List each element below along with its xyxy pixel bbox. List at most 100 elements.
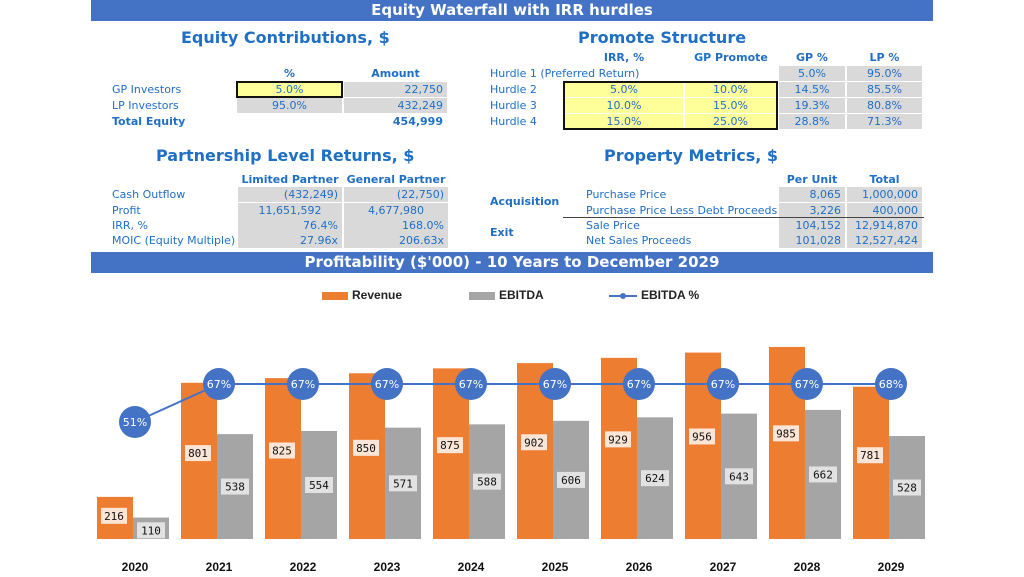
revenue-data-label: 801 xyxy=(188,447,208,460)
hurdle-lp-pct: 95.0% xyxy=(847,66,922,81)
total-equity-value: 454,999 xyxy=(392,115,443,128)
revenue-data-label: 781 xyxy=(860,449,880,462)
hurdle-label: Hurdle 2 xyxy=(490,83,537,96)
revenue-data-label: 875 xyxy=(440,439,460,452)
ebitda-data-label: 606 xyxy=(561,474,581,487)
revenue-data-label: 929 xyxy=(608,433,628,446)
ec-header-pct: % xyxy=(283,67,296,80)
pm-per-unit-cell: 3,226 xyxy=(779,203,845,218)
total-equity-label: Total Equity xyxy=(112,115,186,128)
promote-structure-title: Promote Structure xyxy=(578,28,747,47)
x-tick-label: 2020 xyxy=(122,560,149,574)
ebitda-data-label: 588 xyxy=(477,476,497,489)
ebitda-pct-label: 51% xyxy=(123,416,147,429)
x-tick-label: 2029 xyxy=(878,560,905,574)
ec-header-amount: Amount xyxy=(371,67,420,80)
chart-plot-area: 216 110 2020 801 538 2021 825 554 2022 850 571 2023… xyxy=(97,346,925,574)
pr-header-gp: General Partner xyxy=(346,173,446,186)
ebitda-pct-label: 67% xyxy=(207,378,231,391)
pm-group-exit: Exit xyxy=(490,226,514,239)
pm-per-unit-cell: 8,065 xyxy=(779,187,845,202)
pm-row-label: Purchase Price xyxy=(586,188,667,201)
hurdle-lp-pct: 85.5% xyxy=(847,82,922,97)
pr-lp-cell: 27.96x xyxy=(238,233,342,248)
ebitda-data-label: 643 xyxy=(729,470,749,483)
ec-row-label: LP Investors xyxy=(112,99,179,112)
pr-lp-cell: 76.4% xyxy=(238,218,342,233)
pm-per-unit-cell: 104,152 xyxy=(779,218,845,233)
pm-total-cell: 1,000,000 xyxy=(847,187,922,202)
ebitda-pct-label: 67% xyxy=(627,378,651,391)
ebitda-pct-label: 68% xyxy=(879,378,903,391)
hurdle-gp-pct: 5.0% xyxy=(779,66,845,81)
profitability-banner: Profitability ($'000) - 10 Years to Dece… xyxy=(91,252,933,273)
x-tick-label: 2026 xyxy=(626,560,653,574)
pm-group-acquisition: Acquisition xyxy=(490,195,560,208)
ebitda-pct-label: 67% xyxy=(291,378,315,391)
revenue-bar xyxy=(265,378,301,539)
hurdle-gp-pct: 19.3% xyxy=(779,98,845,113)
ebitda-data-label: 528 xyxy=(897,482,917,495)
pr-lp-cell: (432,249) xyxy=(238,187,342,202)
pm-header-per-unit: Per Unit xyxy=(786,173,838,186)
revenue-data-label: 216 xyxy=(104,510,124,523)
ps-header-promote: GP Promote xyxy=(694,51,768,64)
x-tick-label: 2021 xyxy=(206,560,233,574)
hurdle-inputs-border xyxy=(563,81,778,130)
ps-header-gp: GP % xyxy=(796,51,828,64)
pr-lp-cell: 11,651,592 xyxy=(238,203,342,218)
pr-row-label: Cash Outflow xyxy=(112,188,186,201)
pm-row-label: Net Sales Proceeds xyxy=(586,234,692,247)
pr-row-label: MOIC (Equity Multiple) xyxy=(112,234,236,247)
x-tick-label: 2025 xyxy=(542,560,569,574)
ebitda-pct-label: 67% xyxy=(459,378,483,391)
ebitda-data-label: 554 xyxy=(309,479,329,492)
hurdle-label: Hurdle 1 (Preferred Return) xyxy=(490,67,640,80)
hurdle-lp-pct: 80.8% xyxy=(847,98,922,113)
ebitda-pct-label: 67% xyxy=(375,378,399,391)
revenue-data-label: 825 xyxy=(272,445,292,458)
ec-amount-cell: 432,249 xyxy=(344,98,447,113)
ps-header-lp: LP % xyxy=(869,51,900,64)
revenue-data-label: 985 xyxy=(776,427,796,440)
hurdle-gp-pct: 28.8% xyxy=(779,114,845,129)
pm-row-label: Sale Price xyxy=(586,219,640,232)
hurdle-lp-pct: 71.3% xyxy=(847,114,922,129)
profitability-chart: Revenue EBITDA EBITDA % 216 110 2020 801 538… xyxy=(91,280,933,577)
pm-total-cell: 12,914,870 xyxy=(847,218,922,233)
ebitda-data-label: 624 xyxy=(645,472,665,485)
pm-total-cell: 12,527,424 xyxy=(847,233,922,248)
x-tick-label: 2023 xyxy=(374,560,401,574)
ebitda-pct-label: 67% xyxy=(711,378,735,391)
x-tick-label: 2024 xyxy=(458,560,485,574)
pm-per-unit-cell: 101,028 xyxy=(779,233,845,248)
equity-contributions-title: Equity Contributions, $ xyxy=(181,28,390,47)
gp-pct-input-border xyxy=(236,81,343,98)
pr-gp-cell: 206.63x xyxy=(344,233,448,248)
pr-row-label: IRR, % xyxy=(112,219,148,232)
x-tick-label: 2022 xyxy=(290,560,317,574)
pr-header-lp: Limited Partner xyxy=(241,173,339,186)
partnership-returns-title: Partnership Level Returns, $ xyxy=(156,146,415,165)
property-metrics-title: Property Metrics, $ xyxy=(604,146,779,165)
ebitda-data-label: 662 xyxy=(813,468,833,481)
pr-gp-cell: 4,677,980 xyxy=(344,203,448,218)
revenue-data-label: 902 xyxy=(524,436,544,449)
ebitda-data-label: 110 xyxy=(141,524,161,537)
hurdle-label: Hurdle 4 xyxy=(490,115,537,128)
pm-header-total: Total xyxy=(869,173,900,186)
ps-header-irr: IRR, % xyxy=(603,51,645,64)
ebitda-data-label: 538 xyxy=(225,481,245,494)
ec-amount-cell: 22,750 xyxy=(344,82,447,97)
ebitda-data-label: 571 xyxy=(393,477,413,490)
ec-row-label: GP Investors xyxy=(112,83,182,96)
ebitda-pct-label: 67% xyxy=(795,378,819,391)
revenue-data-label: 850 xyxy=(356,442,376,455)
pm-row-label: Purchase Price Less Debt Proceeds xyxy=(586,204,778,217)
hurdle-gp-pct: 14.5% xyxy=(779,82,845,97)
pr-gp-cell: 168.0% xyxy=(344,218,448,233)
revenue-data-label: 956 xyxy=(692,430,712,443)
pr-row-label: Profit xyxy=(112,204,141,217)
x-tick-label: 2027 xyxy=(710,560,737,574)
pr-gp-cell: (22,750) xyxy=(344,187,448,202)
